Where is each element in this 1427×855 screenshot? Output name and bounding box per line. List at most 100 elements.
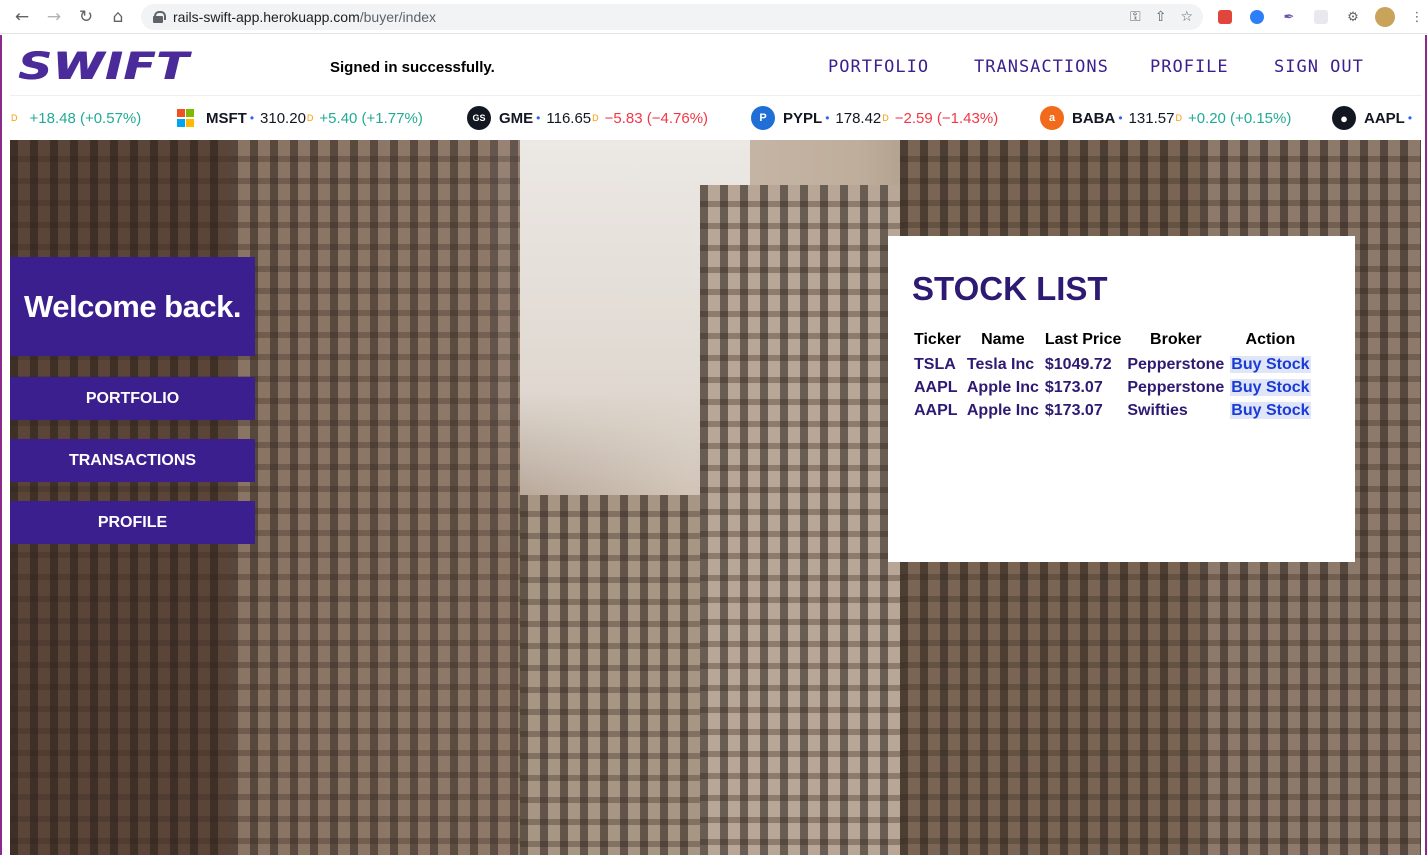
column-header-broker: Broker	[1150, 331, 1202, 348]
microsoft-logo-icon	[176, 109, 194, 127]
ticker-item-baba[interactable]: a BABA • 131.57 D +0.20 (+0.15%)	[1040, 96, 1291, 139]
reload-icon[interactable]: ↻	[70, 0, 102, 34]
buy-stock-link[interactable]: Buy Stock	[1230, 401, 1311, 419]
table-header-row: Ticker Name Last Price Broker Action	[912, 330, 1315, 353]
cell-price: $173.07	[1044, 378, 1103, 396]
ticker-change: +18.48 (+0.57%)	[29, 109, 142, 127]
live-dot-icon: •	[249, 111, 255, 125]
building-center-tower	[700, 185, 900, 855]
ticker-symbol: PYPL	[783, 109, 823, 127]
ticker-change: +0.20 (+0.15%)	[1187, 109, 1292, 127]
ticker-symbol: BABA	[1072, 109, 1116, 127]
url-host: rails-swift-app.herokuapp.com	[173, 9, 360, 25]
share-icon[interactable]: ⇧	[1155, 9, 1167, 25]
flash-message: Signed in successfully.	[330, 59, 495, 76]
nav-profile[interactable]: PROFILE	[1150, 57, 1229, 77]
ticker-item[interactable]: D +18.48 (+0.57%)	[10, 96, 141, 139]
delayed-marker: D	[306, 113, 314, 123]
table-row: AAPL Apple Inc $173.07 Swifties Buy Stoc…	[912, 399, 1315, 422]
home-icon[interactable]: ⌂	[102, 0, 134, 34]
ticker-symbol: MSFT	[206, 109, 247, 127]
building-left-mid	[230, 140, 520, 855]
live-dot-icon: •	[536, 111, 541, 125]
page-viewport: SWIFT Signed in successfully. PORTFOLIO …	[0, 35, 1427, 855]
cell-name: Apple Inc	[966, 378, 1039, 396]
browser-toolbar: ← → ↻ ⌂ rails-swift-app.herokuapp.com/bu…	[0, 0, 1427, 34]
nav-sign-out[interactable]: SIGN OUT	[1274, 57, 1364, 77]
live-dot-icon: •	[825, 111, 830, 125]
cell-name: Tesla Inc	[966, 355, 1035, 373]
ticker-price: 131.57	[1128, 109, 1175, 127]
ticker-change: −2.59 (−1.43%)	[894, 109, 999, 127]
cell-price: $1049.72	[1044, 355, 1112, 373]
live-dot-icon: •	[1118, 111, 1123, 125]
bookmark-star-icon[interactable]: ☆	[1180, 9, 1193, 25]
ticker-item-aapl[interactable]: ● AAPL •	[1332, 96, 1418, 139]
ticker-change: +5.40 (+1.77%)	[319, 109, 423, 127]
buy-stock-link[interactable]: Buy Stock	[1230, 378, 1311, 396]
profile-avatar-icon[interactable]	[1374, 6, 1396, 28]
cell-ticker: TSLA	[914, 355, 956, 373]
sidebar-transactions-button[interactable]: TRANSACTIONS	[10, 439, 255, 482]
cell-broker: Pepperstone	[1127, 355, 1225, 373]
extensions-puzzle-icon[interactable]: ⚙	[1342, 6, 1364, 28]
ticker-item-msft[interactable]: MSFT • 310.20 D +5.40 (+1.77%)	[176, 96, 423, 139]
extension-messenger-icon[interactable]	[1246, 6, 1268, 28]
swift-logo[interactable]: SWIFT	[18, 45, 189, 88]
ticker-price: 178.42	[835, 109, 882, 127]
ticker-item-pypl[interactable]: P PYPL • 178.42 D −2.59 (−1.43%)	[751, 96, 998, 139]
paypal-logo-icon: P	[751, 106, 775, 130]
cell-ticker: AAPL	[914, 378, 958, 396]
hero-background: Welcome back. PORTFOLIO TRANSACTIONS PRO…	[10, 140, 1421, 855]
url-path: /buyer/index	[359, 9, 437, 25]
forward-arrow-icon[interactable]: →	[38, 0, 70, 34]
nav-portfolio[interactable]: PORTFOLIO	[828, 57, 929, 77]
welcome-banner: Welcome back.	[10, 257, 255, 356]
ticker-price: 116.65	[546, 109, 592, 127]
back-arrow-icon[interactable]: ←	[6, 0, 38, 34]
apple-logo-icon: ●	[1332, 106, 1356, 130]
column-header-name: Name	[981, 331, 1025, 348]
delayed-marker: D	[11, 113, 18, 123]
cell-price: $173.07	[1044, 401, 1103, 419]
menu-kebab-icon[interactable]: ⋮	[1406, 6, 1427, 28]
extension-megaphone-icon[interactable]	[1214, 6, 1236, 28]
column-header-last-price: Last Price	[1044, 331, 1122, 348]
cell-broker: Swifties	[1127, 401, 1188, 419]
sidebar-profile-button[interactable]: PROFILE	[10, 501, 255, 544]
cell-broker: Pepperstone	[1127, 378, 1225, 396]
ticker-change: −5.83 (−4.76%)	[604, 109, 709, 127]
address-bar[interactable]: rails-swift-app.herokuapp.com/buyer/inde…	[141, 4, 1203, 30]
ticker-price: 310.20	[260, 109, 306, 127]
url-text[interactable]: rails-swift-app.herokuapp.com/buyer/inde…	[173, 9, 436, 25]
site-header: SWIFT Signed in successfully. PORTFOLIO …	[2, 35, 1425, 95]
stock-list-card: STOCK LIST Ticker Name Last Price Broker…	[888, 236, 1355, 562]
sidebar-portfolio-button[interactable]: PORTFOLIO	[10, 377, 255, 420]
live-dot-icon: •	[1407, 111, 1413, 125]
column-header-ticker: Ticker	[914, 331, 961, 348]
building-center-low	[520, 495, 700, 855]
table-row: TSLA Tesla Inc $1049.72 Pepperstone Buy …	[912, 353, 1315, 376]
delayed-marker: D	[1175, 113, 1182, 123]
cell-ticker: AAPL	[914, 401, 958, 419]
nav-transactions[interactable]: TRANSACTIONS	[974, 57, 1109, 77]
building-left	[10, 140, 230, 855]
gme-logo-icon: GS	[467, 106, 491, 130]
lock-icon	[153, 11, 166, 23]
ticker-item-gme[interactable]: GS GME • 116.65 D −5.83 (−4.76%)	[467, 96, 708, 139]
alibaba-logo-icon: a	[1040, 106, 1064, 130]
cell-name: Apple Inc	[966, 401, 1039, 419]
stock-ticker-tape[interactable]: D +18.48 (+0.57%) MSFT • 310.20 D +5.40 …	[10, 95, 1421, 139]
buy-stock-link[interactable]: Buy Stock	[1230, 355, 1311, 373]
column-header-action: Action	[1245, 331, 1296, 348]
table-row: AAPL Apple Inc $173.07 Pepperstone Buy S…	[912, 376, 1315, 399]
delayed-marker: D	[882, 113, 889, 123]
extension-grid-icon[interactable]	[1310, 6, 1332, 28]
welcome-text: Welcome back.	[24, 288, 241, 324]
ticker-symbol: AAPL	[1364, 109, 1405, 127]
extension-eyedropper-icon[interactable]: ✒	[1278, 6, 1300, 28]
stock-table: Ticker Name Last Price Broker Action TSL…	[912, 330, 1315, 422]
stock-list-title: STOCK LIST	[912, 270, 1108, 307]
key-icon[interactable]: ⚿	[1130, 9, 1141, 25]
ticker-symbol: GME	[499, 109, 534, 127]
